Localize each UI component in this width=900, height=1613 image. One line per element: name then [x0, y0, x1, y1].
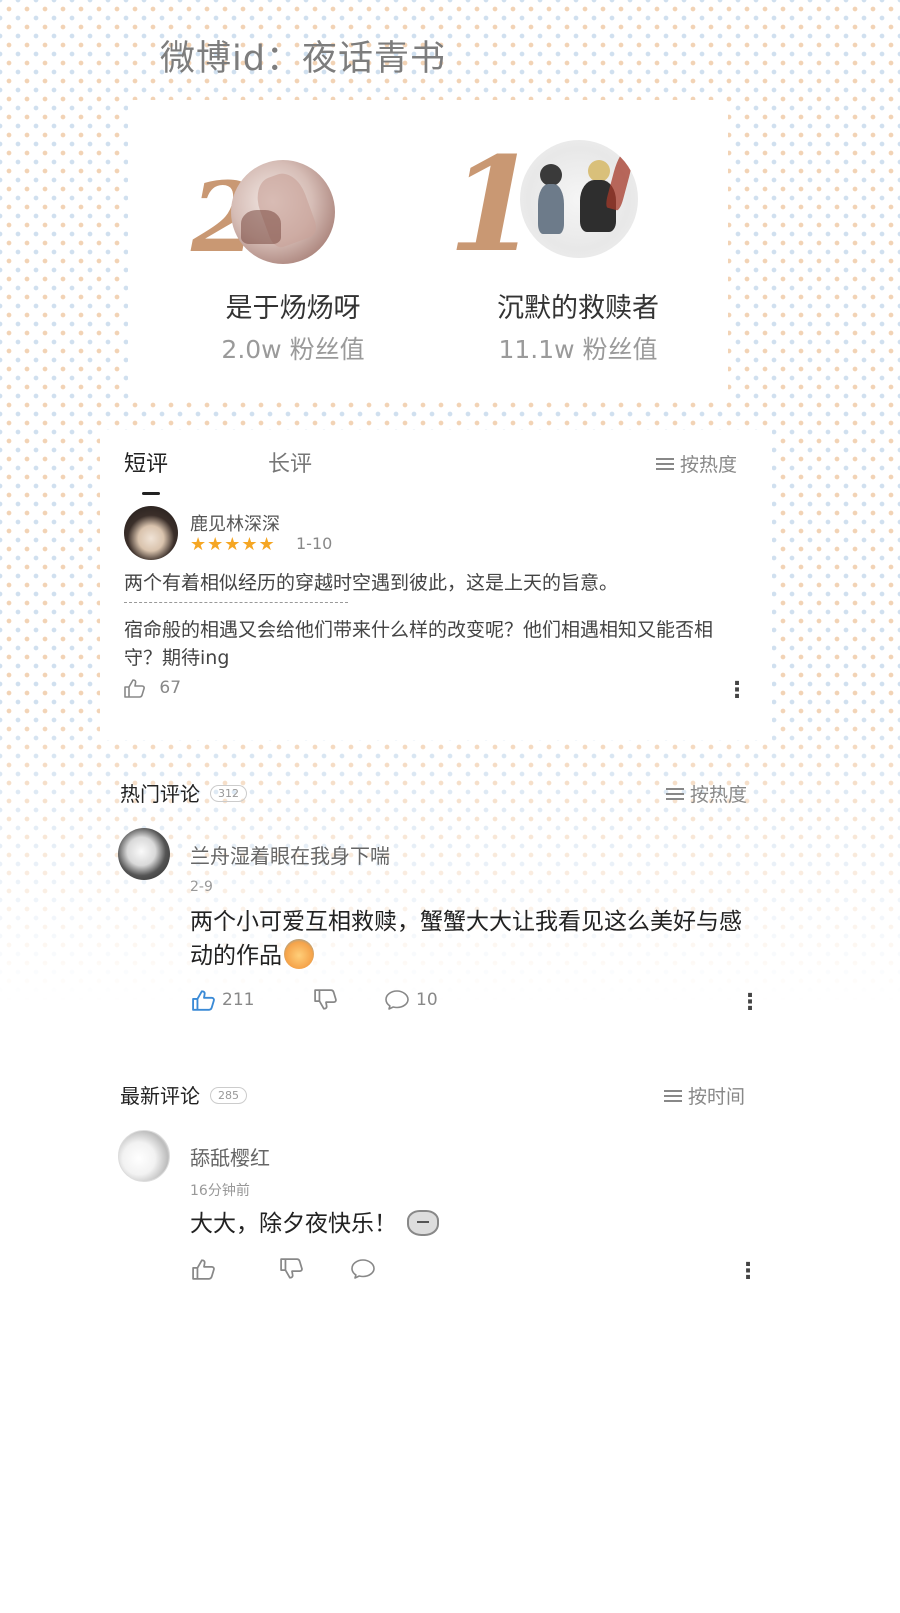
- like-count: 211: [222, 990, 255, 1010]
- active-tab-indicator: [142, 492, 160, 495]
- crying-emoji-icon: [284, 939, 314, 969]
- divider: [124, 602, 348, 603]
- comment-text: 大大，除夕夜快乐！: [190, 1208, 760, 1241]
- comment-author[interactable]: 兰舟湿着眼在我身下喘: [190, 840, 390, 869]
- sort-button[interactable]: 按热度: [666, 780, 747, 807]
- comment-time: 16分钟前: [190, 1183, 250, 1199]
- avatar[interactable]: [118, 828, 170, 880]
- tab-long-review[interactable]: 长评: [268, 446, 312, 478]
- ranker-name: 沉默的救赎者: [497, 293, 659, 324]
- chapter-range: 1-10: [296, 534, 333, 553]
- thumbs-up-icon: [124, 679, 145, 698]
- ranker-second[interactable]: 2 是于炀炀呀 2.0w 粉丝值: [183, 130, 443, 370]
- more-options-icon[interactable]: ⋮: [739, 992, 761, 1014]
- more-options-icon[interactable]: ⋮: [726, 680, 748, 702]
- sort-label: 按时间: [688, 1086, 746, 1108]
- like-count: 67: [159, 678, 182, 698]
- fan-ranking-panel: 2 是于炀炀呀 2.0w 粉丝值 1 沉默的救赎者 11.1w 粉丝值: [128, 100, 728, 400]
- thumbs-up-icon: [192, 990, 215, 1011]
- section-title: 最新评论: [120, 1084, 200, 1108]
- weibo-id-watermark: 微博id：夜话青书: [160, 39, 446, 79]
- section-title: 热门评论: [120, 782, 200, 806]
- list-icon: [666, 787, 684, 800]
- comment-count-badge: 312: [210, 785, 247, 802]
- thumbs-up-icon: [192, 1259, 215, 1280]
- reply-count: 10: [416, 990, 438, 1010]
- ranker-name: 是于炀炀呀: [225, 293, 361, 324]
- avatar[interactable]: [231, 160, 335, 264]
- new-comments-header: 最新评论 285: [120, 1080, 247, 1109]
- sort-button[interactable]: 按热度: [656, 450, 737, 477]
- comment-count-badge: 285: [210, 1087, 247, 1104]
- thumbs-down-icon: [314, 989, 337, 1010]
- reply-button[interactable]: [350, 1258, 376, 1280]
- short-review-card: 短评 长评 按热度 鹿见林深深 ★★★★★ 1-10 两个有着相似经历的穿越时空…: [100, 430, 772, 740]
- ranker-fans: 2.0w 粉丝值: [221, 335, 365, 364]
- hot-comments-header: 热门评论 312: [120, 778, 247, 807]
- more-options-icon[interactable]: ⋮: [737, 1261, 759, 1283]
- dislike-button[interactable]: [314, 989, 338, 1011]
- comment-author[interactable]: 舔舐樱红: [190, 1142, 270, 1171]
- like-button[interactable]: [192, 1258, 216, 1280]
- face-emoji-icon: [407, 1210, 439, 1236]
- sort-button[interactable]: 按时间: [664, 1082, 745, 1109]
- list-icon: [664, 1089, 682, 1102]
- like-button[interactable]: 67: [124, 678, 181, 698]
- ranker-first[interactable]: 1 沉默的救赎者 11.1w 粉丝值: [448, 130, 708, 370]
- review-text-line2: 宿命般的相遇又会给他们带来什么样的改变呢？他们相遇相知又能否相守？期待ing: [124, 619, 714, 669]
- comment-text-content: 两个小可爱互相救赎，蟹蟹大大让我看见这么美好与感动的作品: [190, 909, 742, 969]
- avatar[interactable]: [124, 506, 178, 560]
- dislike-button[interactable]: [280, 1258, 304, 1280]
- comment-time: 2-9: [190, 879, 213, 895]
- sort-label: 按热度: [680, 454, 738, 476]
- reply-button[interactable]: 10: [384, 989, 438, 1011]
- avatar[interactable]: [118, 1130, 170, 1182]
- thumbs-down-icon: [280, 1258, 303, 1279]
- speech-bubble-icon: [351, 1259, 375, 1279]
- rating-stars: ★★★★★: [190, 534, 276, 555]
- like-button[interactable]: 211: [192, 989, 254, 1011]
- review-text-line1: 两个有着相似经历的穿越时空遇到彼此，这是上天的旨意。: [124, 572, 619, 594]
- list-icon: [656, 457, 674, 470]
- speech-bubble-icon: [385, 990, 409, 1010]
- review-author[interactable]: 鹿见林深深: [190, 510, 280, 536]
- sort-label: 按热度: [690, 784, 748, 806]
- comment-text-content: 大大，除夕夜快乐！: [190, 1211, 397, 1237]
- avatar[interactable]: [520, 140, 638, 258]
- tab-short-review[interactable]: 短评: [124, 446, 168, 478]
- ranker-fans: 11.1w 粉丝值: [498, 335, 658, 364]
- comment-text: 两个小可爱互相救赎，蟹蟹大大让我看见这么美好与感动的作品: [190, 906, 760, 973]
